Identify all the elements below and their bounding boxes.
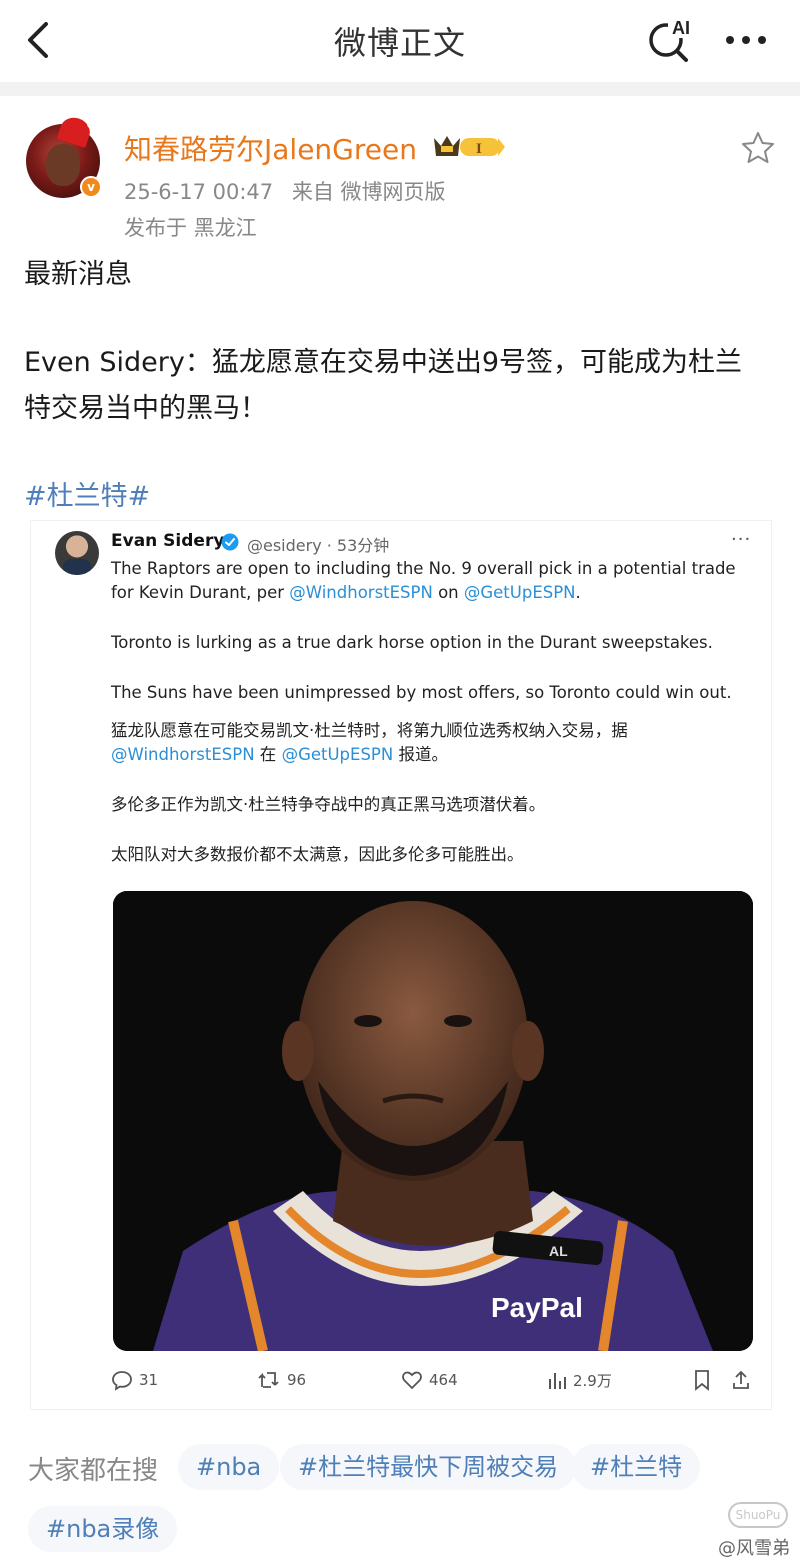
svg-text:AL: AL: [549, 1243, 568, 1259]
post-timestamp: 25-6-17 00:47: [124, 180, 274, 204]
mention-link: @GetUpESPN: [463, 583, 576, 602]
favorite-button[interactable]: [740, 130, 776, 166]
like-count: 464: [429, 1371, 458, 1389]
player-photo: AL PayPal: [113, 891, 753, 1351]
more-dots-icon: [726, 36, 766, 44]
trending-search-label: 大家都在搜: [28, 1456, 159, 1486]
search-chip[interactable]: #nba录像: [28, 1506, 178, 1552]
search-chip[interactable]: #nba: [178, 1444, 280, 1490]
views-action: 2.9万: [547, 1369, 612, 1391]
post-meta: 25-6-17 00:47 来自 微博网页版: [124, 176, 446, 206]
svg-text:I: I: [476, 141, 482, 157]
tweet-text-line: 多伦多正作为凯文·杜兰特争夺战中的真正黑马选项潜伏着。: [111, 795, 546, 814]
section-divider: [0, 82, 800, 96]
more-options-button[interactable]: [722, 22, 772, 58]
heart-icon: [402, 1371, 422, 1390]
retweet-count: 96: [287, 1371, 307, 1389]
ai-search-button[interactable]: AI: [644, 14, 696, 66]
tweet-text-line: The Raptors are open to including the No…: [111, 559, 736, 578]
tweet-text-line: for Kevin Durant, per @WindhorstESPN on …: [111, 583, 581, 602]
like-action: 464: [401, 1369, 458, 1391]
mention-link: @WindhorstESPN: [111, 745, 255, 764]
reply-bubble-icon: [112, 1371, 132, 1391]
retweet-icon: [258, 1372, 279, 1388]
verified-icon: v: [80, 176, 102, 198]
verified-check-icon: [221, 533, 239, 551]
tweet-more-icon: ···: [731, 529, 752, 550]
mention-link: @GetUpESPN: [281, 745, 394, 764]
post-text-line: 特交易当中的黑马！: [24, 393, 267, 424]
bookmark-action: [693, 1369, 711, 1391]
svg-text:PayPal: PayPal: [491, 1292, 583, 1323]
bookmark-icon: [695, 1370, 709, 1391]
embedded-tweet-image[interactable]: Evan Sidery @esidery · 53分钟 ··· The Rapt…: [30, 520, 772, 1410]
reply-action: 31: [111, 1369, 158, 1391]
views-count: 2.9万: [573, 1371, 612, 1390]
retweet-action: 96: [257, 1369, 306, 1391]
ai-search-icon: AI: [649, 16, 696, 62]
reply-count: 31: [139, 1371, 159, 1389]
player-portrait-illustration: AL PayPal: [113, 891, 753, 1351]
star-icon: [742, 132, 774, 163]
mention-link: @WindhorstESPN: [289, 583, 433, 602]
share-action: [731, 1369, 751, 1391]
tweet-handle-time: @esidery · 53分钟: [247, 536, 390, 555]
tweet-text-line: The Suns have been unimpressed by most o…: [111, 683, 732, 702]
svg-text:AI: AI: [672, 18, 690, 38]
vip-crown-badge[interactable]: I: [432, 132, 506, 160]
bar-chart-icon: [549, 1373, 566, 1389]
user-avatar[interactable]: v: [26, 114, 102, 198]
post-text-line: 最新消息: [24, 259, 132, 290]
tweet-avatar: [55, 531, 99, 575]
tweet-action-bar: 31 96 464 2.9万: [111, 1369, 751, 1393]
hashtag-link[interactable]: #杜兰特#: [24, 474, 150, 513]
username[interactable]: 知春路劳尔JalenGreen: [124, 128, 417, 168]
top-bar: 微博正文 AI: [0, 0, 800, 82]
post-text-line: Even Sidery：猛龙愿意在交易中送出9号签，可能成为杜兰: [24, 347, 742, 378]
share-icon: [733, 1370, 749, 1389]
crown-icon: I: [434, 136, 505, 157]
tweet-text-line: Toronto is lurking as a true dark horse …: [111, 633, 713, 652]
post-location: 发布于 黑龙江: [124, 216, 257, 240]
post-source: 来自 微博网页版: [291, 180, 446, 204]
tweet-text-line: 猛龙队愿意在可能交易凯文·杜兰特时，将第九顺位选秀权纳入交易，据: [111, 721, 628, 740]
search-chip[interactable]: #杜兰特最快下周被交易: [280, 1444, 577, 1490]
tweet-author-name: Evan Sidery: [111, 531, 225, 551]
watermark-logo: ShuoPu: [728, 1502, 788, 1528]
tweet-text-line: 太阳队对大多数报价都不太满意，因此多伦多可能胜出。: [111, 845, 524, 864]
watermark-text: @风雪弟: [718, 1538, 790, 1559]
tweet-text-line: @WindhorstESPN 在 @GetUpESPN 报道。: [111, 745, 448, 764]
search-chip[interactable]: #杜兰特: [572, 1444, 701, 1490]
